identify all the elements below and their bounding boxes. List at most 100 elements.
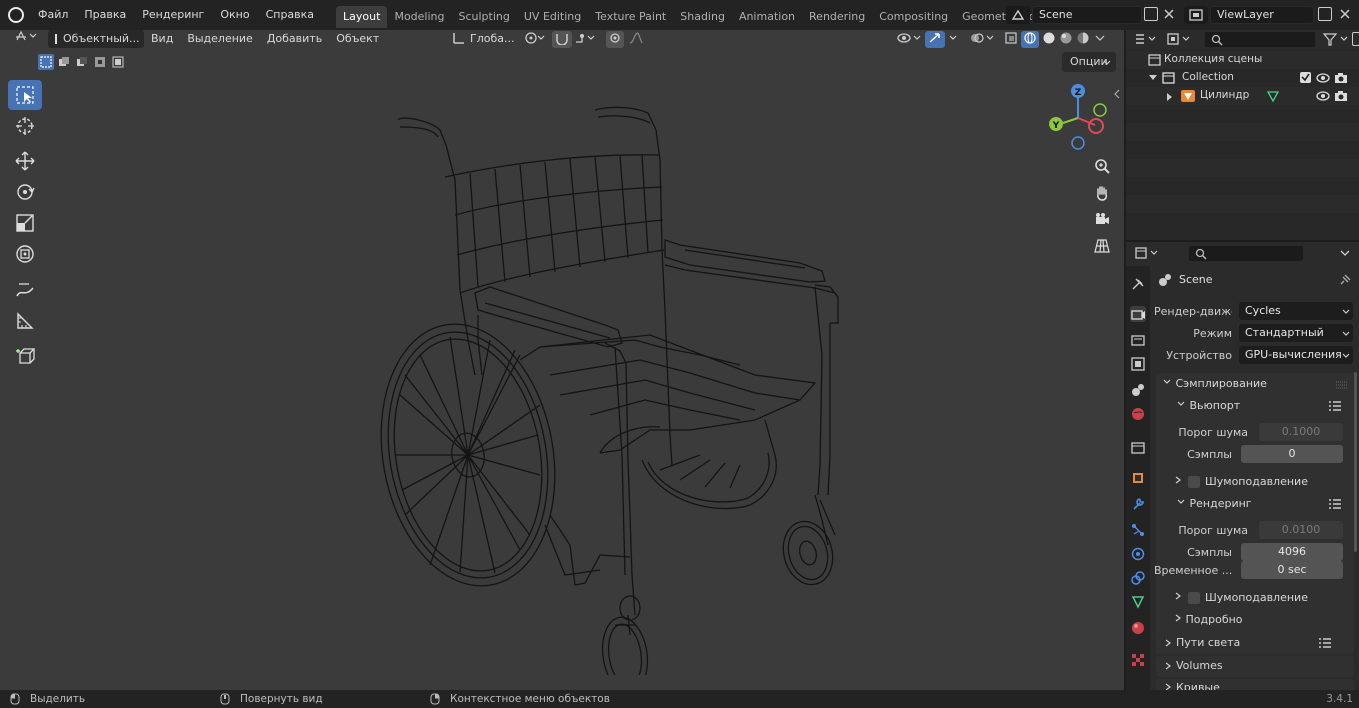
scene-tab-icon[interactable] — [1130, 382, 1146, 398]
camera-view-icon[interactable] — [1092, 209, 1112, 229]
menu-render[interactable]: Рендеринг — [134, 0, 212, 30]
output-tab-icon[interactable] — [1130, 332, 1146, 348]
render-samples-field[interactable]: 4096 — [1241, 543, 1343, 561]
new-collection-icon[interactable] — [1352, 32, 1359, 46]
gizmo-dropdown-icon[interactable] — [948, 31, 958, 48]
scene-name-field[interactable]: Scene — [1032, 6, 1142, 24]
viewport-noise-threshold-field[interactable]: 0.1000 — [1259, 423, 1343, 441]
modifier-wrench-tab-icon[interactable] — [1130, 496, 1146, 512]
volumes-panel[interactable]: Volumes — [1156, 656, 1354, 677]
blender-logo-icon[interactable] — [8, 7, 24, 23]
pin-icon[interactable] — [1338, 273, 1352, 287]
sampling-panel-header[interactable]: Сэмплирование — [1156, 374, 1354, 394]
render-engine-dropdown[interactable]: Cycles — [1239, 302, 1353, 320]
render-denoise-checkbox[interactable] — [1187, 592, 1200, 604]
shading-dropdown-icon[interactable] — [1093, 31, 1107, 48]
move-tool[interactable] — [8, 146, 42, 176]
zoom-icon[interactable] — [1092, 156, 1112, 176]
3d-viewport[interactable]: Объектный... Вид Выделение Добавить Объе… — [0, 30, 1124, 690]
expand-chevron-icon[interactable] — [1148, 74, 1158, 82]
tab-shading[interactable]: Shading — [673, 6, 732, 28]
gizmo-neg-y-axis[interactable] — [1093, 103, 1107, 117]
rotate-tool[interactable] — [8, 177, 42, 207]
material-tab-icon[interactable] — [1130, 620, 1146, 636]
tab-texture-paint[interactable]: Texture Paint — [588, 6, 673, 28]
snap-target-icon[interactable] — [574, 31, 596, 48]
properties-options-chevron-icon[interactable] — [1338, 246, 1352, 263]
menu-help[interactable]: Справка — [258, 0, 322, 30]
presets-list-icon[interactable] — [1328, 498, 1342, 510]
tab-animation[interactable]: Animation — [732, 6, 802, 28]
wheelchair-wireframe-model[interactable] — [360, 75, 880, 675]
view-layer-field[interactable]: ViewLayer — [1210, 6, 1314, 24]
shading-material-icon[interactable] — [1059, 31, 1073, 48]
collection-tab-icon[interactable] — [1130, 440, 1146, 456]
outliner-row-collection[interactable]: Collection — [1126, 69, 1359, 87]
sidebar-toggle-icon[interactable] — [1113, 88, 1121, 100]
viewport-subpanel-header[interactable]: Вьюпорт — [1158, 396, 1352, 416]
proportional-falloff-icon[interactable] — [628, 31, 648, 48]
properties-search-input[interactable] — [1188, 245, 1304, 262]
menu-add[interactable]: Добавить — [260, 30, 329, 48]
light-paths-panel[interactable]: Пути света — [1156, 633, 1354, 654]
viewport-denoise-header[interactable]: Шумоподавление — [1174, 472, 1352, 492]
render-subpanel-header[interactable]: Рендеринг — [1158, 494, 1352, 514]
menu-file[interactable]: Файл — [30, 0, 76, 30]
outliner-search-input[interactable] — [1204, 31, 1316, 48]
view-layer-tab-icon[interactable] — [1130, 356, 1146, 372]
scale-tool[interactable] — [8, 208, 42, 238]
menu-select[interactable]: Выделение — [180, 30, 260, 48]
camera-render-icon[interactable] — [1334, 90, 1348, 102]
overlays-icon[interactable] — [969, 31, 995, 48]
particles-tab-icon[interactable] — [1130, 522, 1146, 538]
eye-icon[interactable] — [1316, 90, 1330, 102]
cursor-tool[interactable] — [8, 111, 42, 141]
mode-dropdown[interactable]: Стандартный — [1239, 324, 1353, 342]
tab-rendering[interactable]: Rendering — [802, 6, 872, 28]
options-dropdown[interactable]: Опции — [1062, 52, 1116, 72]
properties-scrollbar[interactable] — [1354, 372, 1357, 552]
perspective-toggle-icon[interactable] — [1092, 236, 1112, 256]
tab-uv-editing[interactable]: UV Editing — [517, 6, 588, 28]
time-limit-field[interactable]: 0 sec — [1241, 561, 1343, 579]
menu-object[interactable]: Объект — [329, 30, 386, 48]
pivot-point-icon[interactable] — [524, 31, 546, 48]
filter-icon[interactable] — [1322, 32, 1352, 49]
constraints-tab-icon[interactable] — [1130, 570, 1146, 586]
object-tab-icon[interactable] — [1130, 470, 1146, 486]
gizmo-neg-z-axis[interactable] — [1071, 136, 1085, 150]
curves-panel[interactable]: Кривые — [1156, 679, 1354, 690]
viewport-samples-field[interactable]: 0 — [1241, 445, 1343, 463]
select-extend-icon[interactable] — [56, 54, 72, 70]
outliner-row-cylinder[interactable]: Цилиндр — [1126, 87, 1359, 105]
outliner-row-scene-collection[interactable]: Коллекция сцены — [1126, 51, 1359, 69]
presets-list-icon[interactable] — [1328, 400, 1342, 412]
annotate-tool[interactable] — [8, 275, 42, 305]
collapse-chevron-icon[interactable] — [1166, 92, 1174, 102]
xray-toggle-icon[interactable] — [1004, 31, 1018, 48]
render-denoise-header[interactable]: Шумоподавление — [1174, 588, 1352, 608]
viewport-denoise-checkbox[interactable] — [1187, 476, 1200, 488]
menu-view[interactable]: Вид — [144, 30, 180, 48]
transform-tool[interactable] — [8, 239, 42, 269]
navigation-gizmo[interactable]: Z Y X — [1040, 80, 1110, 152]
menu-edit[interactable]: Правка — [76, 0, 134, 30]
tab-sculpting[interactable]: Sculpting — [452, 6, 517, 28]
delete-scene-icon[interactable] — [1162, 7, 1176, 21]
measure-tool[interactable] — [8, 306, 42, 336]
new-scene-icon[interactable] — [1144, 7, 1158, 21]
shading-rendered-icon[interactable] — [1076, 31, 1090, 48]
render-tab-icon[interactable] — [1130, 306, 1146, 322]
advanced-subpanel-header[interactable]: Подробно — [1174, 610, 1352, 630]
camera-render-icon[interactable] — [1334, 72, 1348, 84]
texture-tab-icon[interactable] — [1130, 652, 1146, 668]
select-subtract-icon[interactable] — [74, 54, 90, 70]
pan-hand-icon[interactable] — [1092, 183, 1112, 203]
select-box-tool[interactable] — [8, 80, 42, 110]
tool-settings-tab-icon[interactable] — [1130, 276, 1146, 292]
presets-list-icon[interactable] — [1318, 637, 1332, 649]
select-intersect-icon[interactable] — [110, 54, 126, 70]
select-invert-icon[interactable] — [92, 54, 108, 70]
snap-toggle-icon[interactable] — [552, 30, 573, 48]
shading-solid-icon[interactable] — [1042, 31, 1056, 48]
